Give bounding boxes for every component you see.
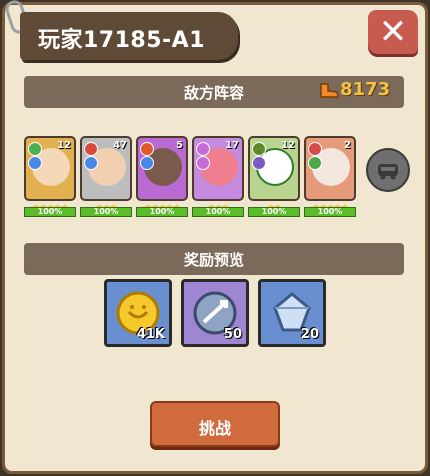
class-icon	[308, 156, 322, 170]
hero-level: 5	[176, 140, 183, 151]
challenge-button-label: 挑战	[198, 419, 231, 438]
reward-amount: 20	[300, 327, 319, 342]
class-icon	[140, 156, 154, 170]
hero-hp-bar: 100%	[304, 207, 356, 217]
enemy-hero-3[interactable]: 5	[136, 136, 188, 201]
hero-level: 12	[281, 140, 295, 151]
reward-crystal[interactable]: 20	[258, 279, 326, 347]
enemy-power: 8173	[318, 79, 390, 100]
enemy-hero-5[interactable]: 12	[248, 136, 300, 201]
faction-icon	[28, 142, 42, 156]
enemy-hero-6[interactable]: 2	[304, 136, 356, 201]
locked-vehicle-icon	[378, 164, 398, 180]
hero-hp-bar: 100%	[192, 207, 244, 217]
hero-level: 47	[113, 140, 127, 151]
class-icon	[28, 156, 42, 170]
hero-hp-bar: 100%	[80, 207, 132, 217]
challenge-button[interactable]: 挑战	[150, 401, 280, 447]
enemy-hero-1[interactable]: 12	[24, 136, 76, 201]
reward-preview-label: 奖励预览	[183, 251, 244, 269]
hero-level: 12	[57, 140, 71, 151]
class-icon	[252, 156, 266, 170]
hero-hp-bar: 100%	[24, 207, 76, 217]
close-icon: ✕	[378, 12, 408, 52]
reward-amount: 50	[223, 327, 242, 342]
locked-slot	[366, 148, 410, 192]
reward-preview-banner: 奖励预览	[24, 243, 404, 275]
player-title: 玩家17185-A1	[38, 28, 206, 53]
reward-gold[interactable]: 41K	[104, 279, 172, 347]
faction-icon	[140, 142, 154, 156]
class-icon	[196, 156, 210, 170]
faction-icon	[196, 142, 210, 156]
hero-level: 17	[225, 140, 239, 151]
faction-icon	[308, 142, 322, 156]
reward-amount: 41K	[136, 327, 165, 342]
close-button[interactable]: ✕	[368, 10, 418, 54]
hero-level: 2	[344, 140, 351, 151]
power-value: 8173	[340, 79, 391, 100]
enemy-hero-2[interactable]: 47	[80, 136, 132, 201]
reward-emblem[interactable]: 50	[181, 279, 249, 347]
faction-icon	[252, 142, 266, 156]
hero-hp-bar: 100%	[136, 207, 188, 217]
boot-icon	[320, 82, 339, 98]
class-icon	[84, 156, 98, 170]
enemy-hero-4[interactable]: 17	[192, 136, 244, 201]
faction-icon	[84, 142, 98, 156]
hero-hp-bar: 100%	[248, 207, 300, 217]
